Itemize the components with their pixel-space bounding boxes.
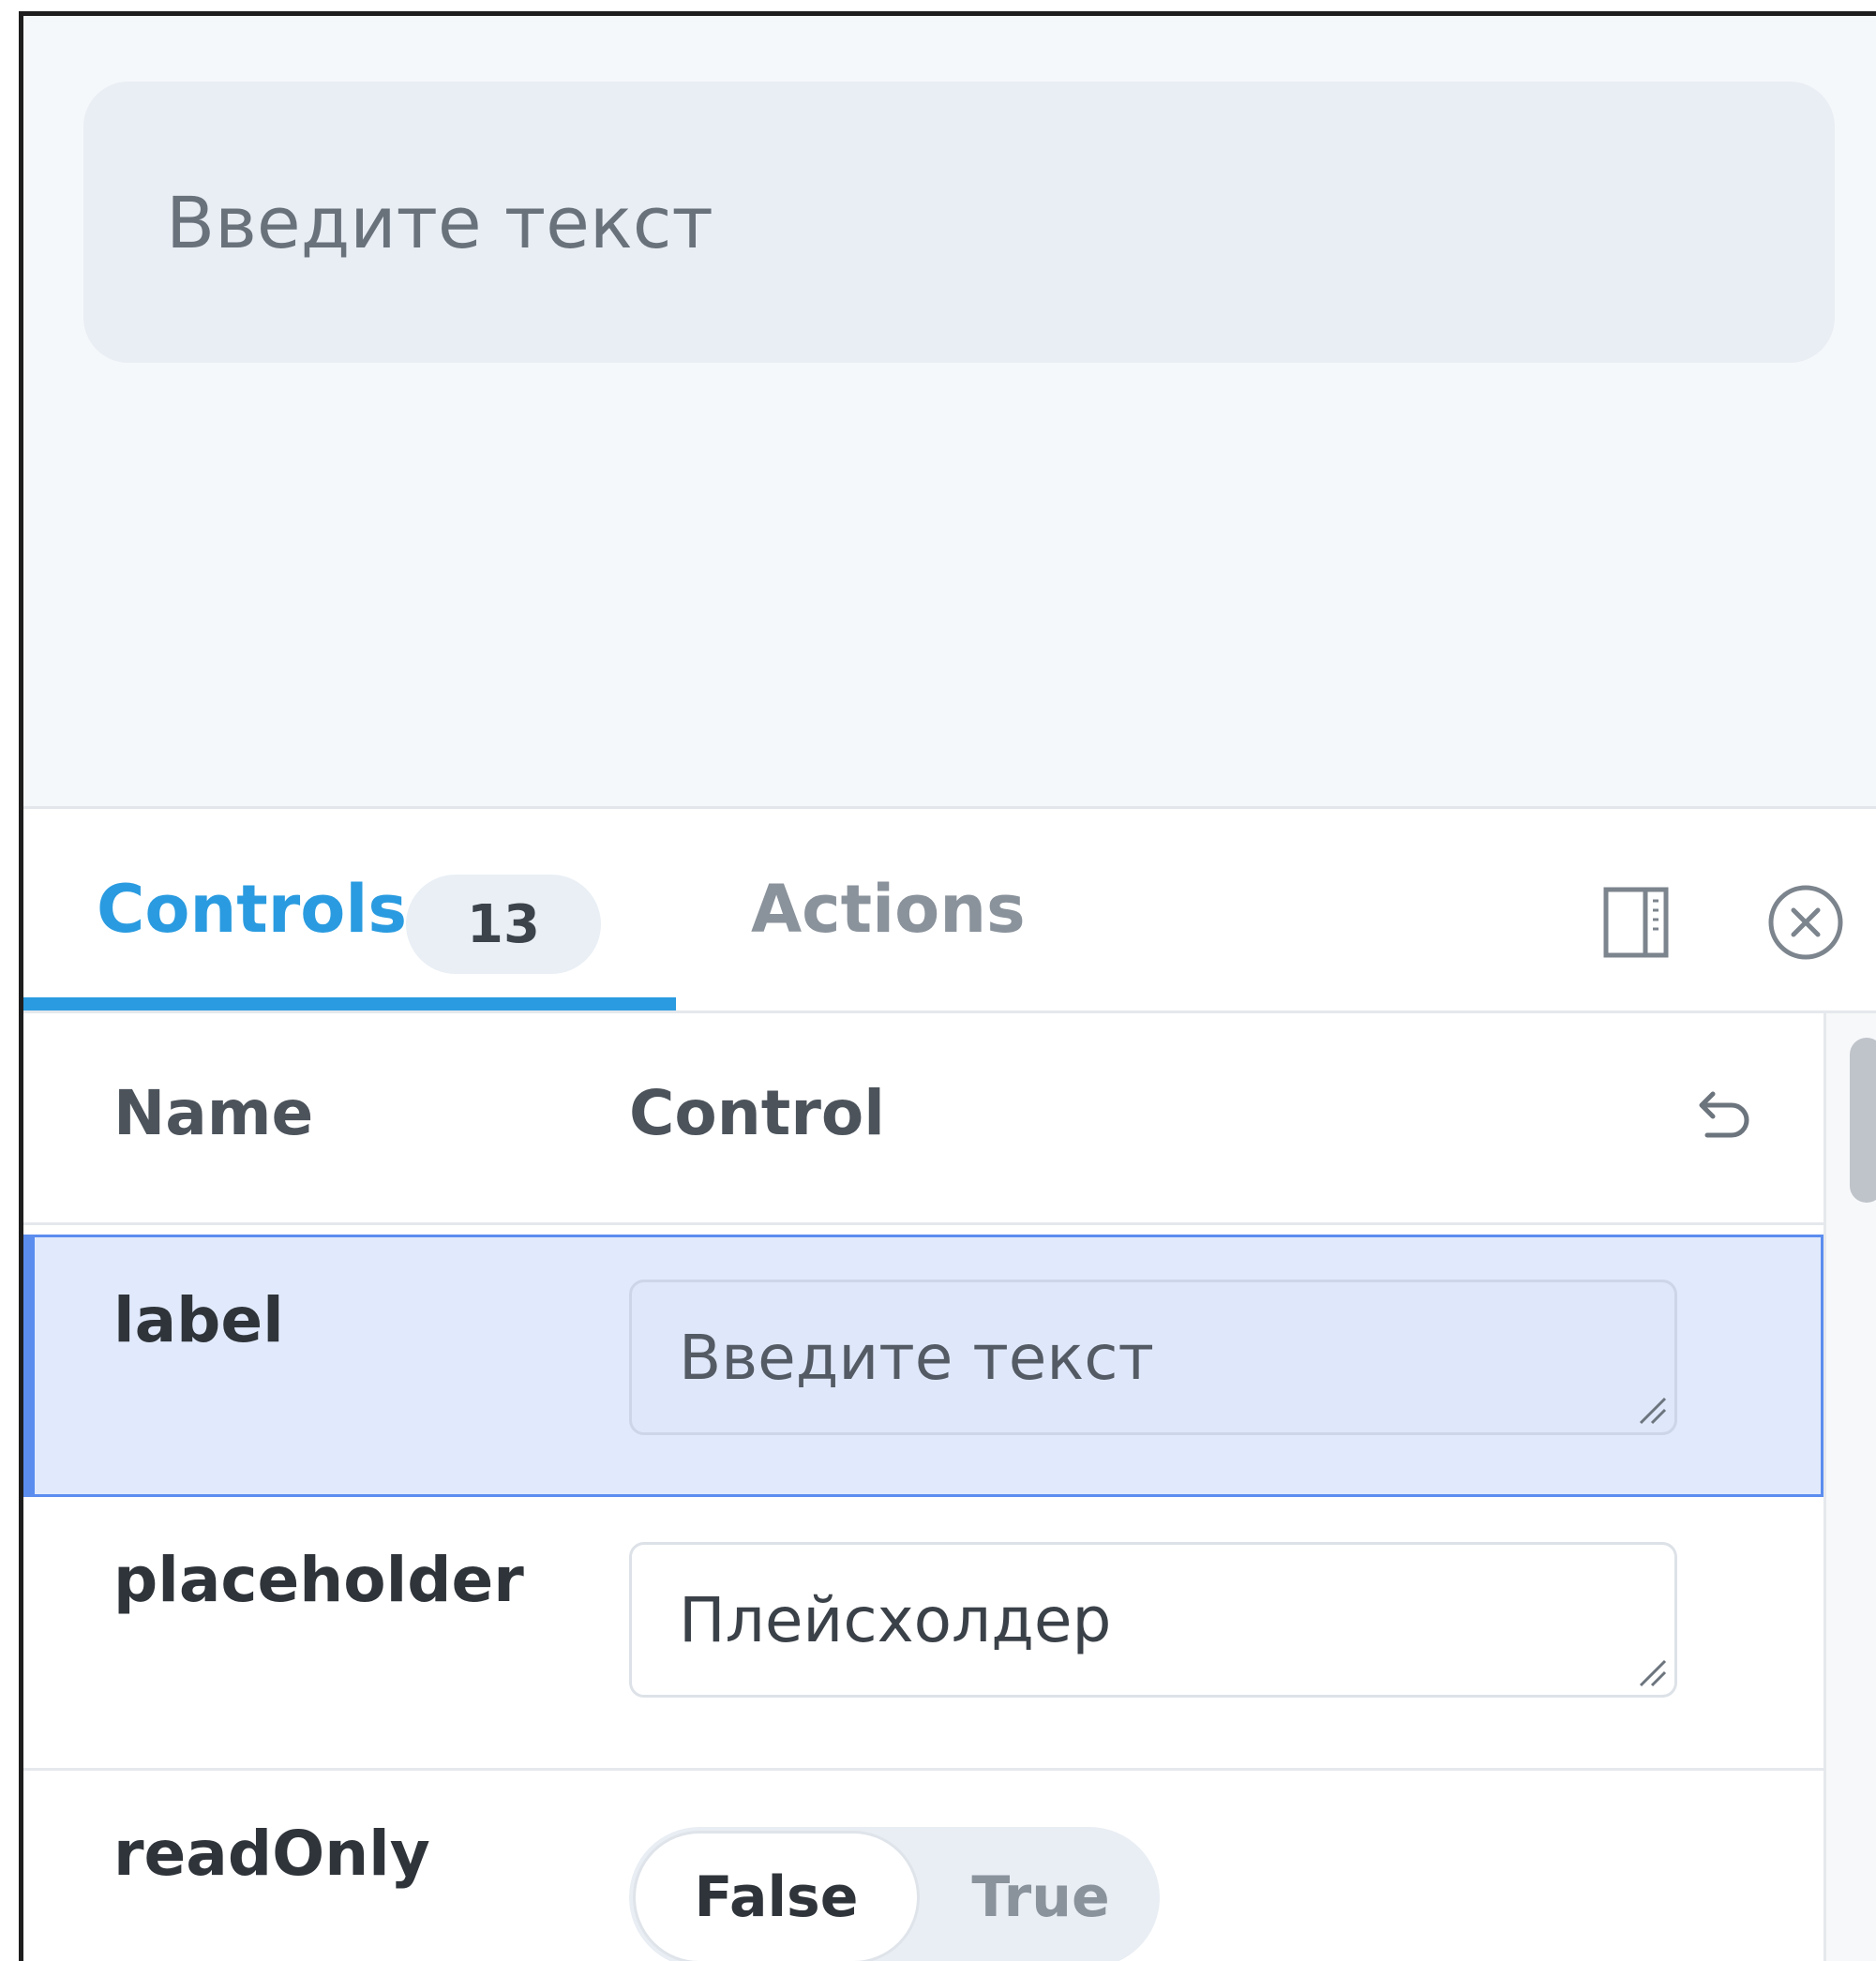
preview-text-input[interactable]: Введите текст xyxy=(83,82,1835,363)
tab-controls[interactable]: Controls 13 xyxy=(23,809,676,1010)
placeholder-textarea-value: Плейсхолдер xyxy=(679,1583,1112,1656)
readonly-boolean-toggle[interactable]: False True xyxy=(629,1827,1160,1961)
table-row-readonly: readOnly False True xyxy=(23,1771,1823,1961)
table-row-placeholder: placeholder Плейсхолдер xyxy=(23,1497,1823,1771)
prop-name-label: label xyxy=(113,1284,284,1356)
preview-canvas: Введите текст xyxy=(23,16,1876,809)
storybook-frame: Введите текст Controls 13 Actions Name C… xyxy=(19,11,1876,1961)
resize-grip-icon[interactable] xyxy=(1633,1391,1671,1429)
label-textarea-value: Введите текст xyxy=(679,1321,1154,1394)
label-textarea[interactable]: Введите текст xyxy=(629,1280,1677,1435)
tab-actions[interactable]: Actions xyxy=(751,871,1026,948)
resize-grip-icon[interactable] xyxy=(1633,1654,1671,1691)
toggle-option-true[interactable]: True xyxy=(925,1827,1156,1961)
prop-name-readonly: readOnly xyxy=(113,1818,430,1890)
column-header-name: Name xyxy=(113,1077,314,1149)
placeholder-textarea[interactable]: Плейсхолдер xyxy=(629,1542,1677,1698)
undo-icon[interactable] xyxy=(1687,1085,1756,1154)
column-header-control: Control xyxy=(629,1077,885,1149)
active-tab-indicator xyxy=(23,997,676,1010)
table-header: Name Control xyxy=(23,1013,1823,1225)
toggle-option-false[interactable]: False xyxy=(633,1831,920,1961)
controls-count-badge: 13 xyxy=(406,875,601,974)
panel-toggle-icon[interactable] xyxy=(1597,882,1677,963)
addons-tab-bar: Controls 13 Actions xyxy=(23,809,1876,1013)
close-icon[interactable] xyxy=(1763,880,1848,965)
table-row-label: label Введите текст xyxy=(23,1235,1823,1497)
scrollbar-thumb[interactable] xyxy=(1850,1038,1876,1203)
prop-name-placeholder: placeholder xyxy=(113,1544,524,1616)
tab-controls-label: Controls xyxy=(97,871,408,948)
controls-table: Name Control label Введите текст placeho… xyxy=(23,1013,1823,1961)
